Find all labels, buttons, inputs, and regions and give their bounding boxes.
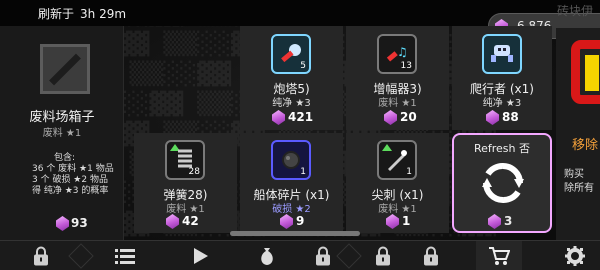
- list-icon: [115, 249, 135, 264]
- item-price: 88: [502, 110, 519, 124]
- lock-icon: [316, 246, 330, 266]
- currency-faint-label: 砖块伊: [556, 4, 593, 18]
- item-quality: 废料 ★1: [166, 204, 205, 215]
- refresh-icon: [482, 163, 524, 203]
- nav-locked-2[interactable]: [300, 241, 346, 270]
- refresh-timer: 刷新于 3h 29m: [38, 5, 132, 22]
- nav-bag[interactable]: [244, 241, 290, 270]
- crawler-icon: [482, 34, 522, 74]
- contents-line-3: 得 纯净 ★3 的概率: [32, 186, 109, 196]
- crate-contents: 包含: 36 个 废料 ★1 物品 3 个 破损 ★2 物品 得 纯净 ★3 的…: [32, 153, 114, 197]
- crate-price: 93: [71, 216, 88, 230]
- gem-icon: [384, 110, 397, 125]
- crate-quality: 废料 ★1: [42, 128, 82, 139]
- nav-locked-1[interactable]: [18, 241, 64, 270]
- item-count: 1: [300, 167, 306, 177]
- shop-item-turret[interactable]: 5 炮塔5) 纯净 ★3 421: [240, 26, 343, 130]
- item-price: 421: [288, 110, 314, 124]
- nav-settings[interactable]: [552, 241, 598, 270]
- shop-item-amplifier[interactable]: ♫ 13 增幅器3) 废料 ★1 20: [346, 26, 449, 130]
- item-count: 5: [300, 61, 306, 71]
- refresh-shop-button[interactable]: Refresh 否 3: [452, 133, 552, 233]
- item-price: 42: [182, 214, 199, 228]
- refresh-price: 3: [504, 214, 513, 228]
- scroll-indicator: [230, 231, 360, 236]
- spring-icon: 28: [165, 140, 205, 180]
- shop-screen: ░░▓▓ ▒▒░░▓▓ ▒▒░░▓▓ ▒▒░░▓▓ ▒▒░░ ▓▓ ▒▒░░▓▓…: [0, 0, 600, 270]
- item-price: 9: [296, 214, 305, 228]
- item-count: 28: [188, 167, 200, 177]
- contents-title: 包含:: [54, 153, 76, 163]
- turret-icon: 5: [271, 34, 311, 74]
- nav-list[interactable]: [102, 241, 148, 270]
- item-count: 13: [400, 61, 412, 71]
- item-quality: 破损 ★2: [272, 204, 311, 215]
- spike-icon: 1: [377, 140, 417, 180]
- item-quality: 纯净 ★3: [272, 98, 311, 109]
- item-quality: 纯净 ★3: [482, 98, 522, 109]
- shop-item-crawler[interactable]: 爬行者 (x1) 纯净 ★3 88: [452, 26, 552, 130]
- nav-locked-4[interactable]: [408, 241, 454, 270]
- gem-icon: [280, 214, 293, 229]
- svg-text:♫: ♫: [397, 45, 408, 59]
- nav-play[interactable]: [178, 241, 224, 270]
- featured-crate-card[interactable]: 废料场箱子 废料 ★1 包含: 36 个 废料 ★1 物品 3 个 破损 ★2 …: [0, 26, 124, 240]
- bottom-nav: [0, 240, 600, 270]
- removal-panel[interactable]: 移除 购买 除所有: [556, 28, 600, 240]
- gear-icon: [565, 246, 585, 266]
- cart-icon: [489, 247, 510, 265]
- shop-item-spring[interactable]: 28 弹簧28) 废料 ★1 42: [134, 133, 237, 233]
- nav-locked-3[interactable]: [360, 241, 406, 270]
- nav-decoration: [68, 243, 94, 269]
- gem-icon: [488, 214, 501, 229]
- gem-icon: [386, 214, 399, 229]
- lock-icon: [34, 246, 48, 266]
- removal-line-2: 除所有: [564, 183, 594, 194]
- gem-icon: [486, 110, 499, 125]
- refresh-time: 3h 29m: [80, 7, 127, 21]
- shop-item-hull-fragment[interactable]: 1 船体碎片 (x1) 破损 ★2 9: [240, 133, 343, 233]
- bag-icon: [261, 248, 273, 265]
- item-price: 20: [400, 110, 417, 124]
- lock-icon: [424, 246, 438, 266]
- item-price: 1: [402, 214, 411, 228]
- contents-line-1: 36 个 废料 ★1 物品: [32, 164, 114, 174]
- removal-title: 移除: [572, 138, 599, 153]
- refresh-label: Refresh 否: [473, 142, 531, 155]
- hull-fragment-icon: 1: [271, 140, 311, 180]
- item-count: 1: [406, 167, 412, 177]
- gem-icon: [56, 216, 69, 231]
- item-quality: 废料 ★1: [378, 98, 417, 109]
- removal-item-icon: [571, 40, 600, 104]
- amplifier-icon: ♫ 13: [377, 34, 417, 74]
- crate-icon: [40, 44, 90, 94]
- shop-item-spike[interactable]: 1 尖刺 (x1) 废料 ★1 1: [346, 133, 449, 233]
- gem-icon: [272, 110, 285, 125]
- refresh-label: 刷新于: [38, 7, 75, 21]
- removal-line-1: 购买: [564, 169, 584, 180]
- gem-icon: [166, 214, 179, 229]
- contents-line-2: 3 个 破损 ★2 物品: [32, 175, 108, 185]
- lock-icon: [376, 246, 390, 266]
- crate-name: 废料场箱子: [29, 110, 95, 125]
- item-quality: 废料 ★1: [378, 204, 417, 215]
- nav-shop[interactable]: [476, 241, 522, 270]
- play-icon: [194, 248, 208, 264]
